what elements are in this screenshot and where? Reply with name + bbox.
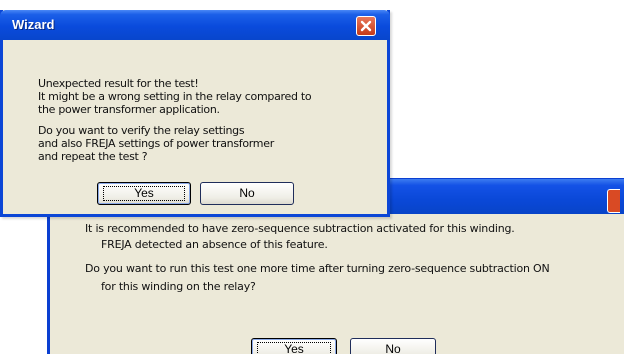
- close-icon[interactable]: [607, 189, 620, 213]
- message-line: for this winding on the relay?: [101, 280, 256, 293]
- message-line: and also FREJA settings of power transfo…: [38, 137, 274, 150]
- recommendation-dialog-body: It is recommended to have zero-sequence …: [50, 214, 624, 354]
- message-line: Do you want to run this test one more ti…: [85, 262, 550, 275]
- message-line: Do you want to verify the relay settings: [38, 124, 245, 137]
- yes-button-label: Yes: [134, 186, 154, 200]
- no-button[interactable]: No: [350, 338, 436, 354]
- message-line: It is recommended to have zero-sequence …: [85, 222, 515, 235]
- message-line: It might be a wrong setting in the relay…: [38, 90, 312, 103]
- wizard-dialog-titlebar[interactable]: Wizard: [0, 10, 390, 40]
- wizard-dialog-body: Unexpected result for the test! It might…: [3, 40, 387, 214]
- no-button[interactable]: No: [200, 182, 294, 205]
- message-line: the power transformer application.: [38, 103, 220, 116]
- no-button-label: No: [385, 342, 401, 354]
- message-line: Unexpected result for the test!: [38, 77, 199, 90]
- no-button-label: No: [239, 186, 255, 200]
- close-button[interactable]: [356, 16, 376, 36]
- yes-button[interactable]: Yes: [251, 338, 337, 354]
- close-icon: [360, 20, 372, 32]
- message-line: FREJA detected an absence of this featur…: [101, 238, 328, 251]
- wizard-dialog: Wizard Unexpected result for the test! I…: [0, 10, 390, 217]
- yes-button-label: Yes: [284, 342, 304, 354]
- message-line: and repeat the test ?: [38, 150, 148, 163]
- dialog-title: Wizard: [12, 17, 55, 32]
- yes-button[interactable]: Yes: [97, 182, 191, 205]
